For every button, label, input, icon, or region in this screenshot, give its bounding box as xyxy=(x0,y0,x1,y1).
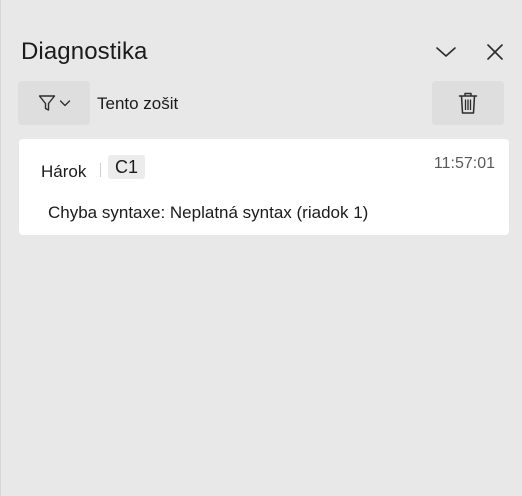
error-message: Chyba syntaxe: Neplatná syntax (riadok 1… xyxy=(48,203,369,222)
scope-label: Tento zošit xyxy=(97,94,179,113)
cell-reference-link[interactable]: C1 xyxy=(108,155,146,179)
trash-icon xyxy=(458,91,478,115)
clear-all-button[interactable] xyxy=(432,81,504,125)
filter-dropdown-button[interactable] xyxy=(18,81,90,125)
pane-title: Diagnostika xyxy=(21,38,148,65)
filter-icon xyxy=(37,93,57,113)
close-icon xyxy=(486,43,504,61)
chevron-down-icon xyxy=(435,45,457,59)
entry-timestamp: 11:57:01 xyxy=(433,155,495,172)
sheet-label: Hárok xyxy=(41,162,87,181)
diagnostics-pane: Diagnostika Tento zošit Hárok C1 11:57:0… xyxy=(0,0,522,496)
chevron-down-icon xyxy=(59,98,71,108)
close-button[interactable] xyxy=(481,38,509,66)
collapse-button[interactable] xyxy=(432,38,460,66)
separator xyxy=(100,163,101,177)
diagnostic-entry-card[interactable]: Hárok C1 11:57:01 Chyba syntaxe: Neplatn… xyxy=(19,139,509,235)
